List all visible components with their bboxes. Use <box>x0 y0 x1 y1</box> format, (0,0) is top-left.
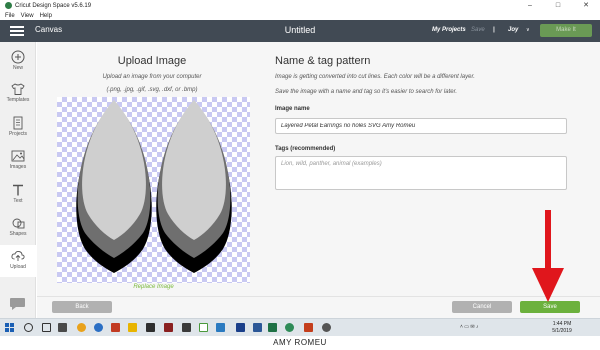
menu-bar: File View Help <box>0 11 600 20</box>
app-icon[interactable] <box>236 323 245 332</box>
sidebar-item-new[interactable]: New <box>0 46 36 78</box>
red-arrow-annotation <box>532 210 564 302</box>
app-icon[interactable] <box>285 323 294 332</box>
cancel-button[interactable]: Cancel <box>452 301 512 313</box>
user-caret-icon[interactable]: ∨ <box>526 27 530 33</box>
sidebar-item-label: Templates <box>6 97 30 103</box>
image-preview <box>57 97 250 283</box>
header-separator: | <box>493 27 495 33</box>
hamburger-menu-icon[interactable] <box>10 26 24 36</box>
sidebar-item-shapes[interactable]: Shapes <box>0 212 36 244</box>
upload-title: Upload Image <box>117 55 187 67</box>
app-icon[interactable] <box>164 323 173 332</box>
calculator-icon[interactable] <box>146 323 155 332</box>
title-bar: Cricut Design Space v5.6.19 – □ ✕ <box>0 0 600 11</box>
my-projects-link[interactable]: My Projects <box>432 27 466 33</box>
window-title: Cricut Design Space v5.6.19 <box>15 2 92 9</box>
menu-help[interactable]: Help <box>40 13 52 19</box>
edge-icon[interactable] <box>94 323 103 332</box>
tags-input[interactable] <box>275 156 567 190</box>
menu-view[interactable]: View <box>21 13 34 19</box>
clock-time: 1:44 PM <box>552 321 572 327</box>
excel-icon[interactable] <box>268 323 277 332</box>
task-view-icon[interactable] <box>42 323 51 332</box>
start-menu-icon[interactable] <box>5 323 15 333</box>
image-name-label: Image name <box>275 106 310 112</box>
upload-subtitle: Upload an image from your computer <box>102 74 202 80</box>
text-icon <box>13 184 23 196</box>
watermark-text: AMY ROMEU <box>273 338 327 347</box>
settings-icon[interactable] <box>322 323 331 332</box>
app-icon[interactable] <box>58 323 67 332</box>
app-icon[interactable] <box>111 323 120 332</box>
shirt-icon <box>11 83 25 95</box>
bottom-action-bar: Back Cancel Save <box>37 296 600 318</box>
chat-icon[interactable] <box>9 297 26 311</box>
projects-icon <box>13 116 23 130</box>
system-tray-icons[interactable]: ˄ ▭ ✉ ♪ <box>460 324 479 330</box>
cricut-taskbar-icon[interactable] <box>199 323 208 332</box>
main-panel: Upload Image Upload an image from your c… <box>37 42 600 318</box>
file-explorer-icon[interactable] <box>128 323 137 332</box>
app-logo-icon <box>5 2 12 9</box>
chrome-icon[interactable] <box>77 323 86 332</box>
sidebar-item-text[interactable]: Text <box>0 179 36 211</box>
save-note: Save the image with a name and tag so it… <box>275 89 458 95</box>
menu-file[interactable]: File <box>5 13 15 19</box>
word-icon[interactable] <box>253 323 262 332</box>
app-icon[interactable] <box>304 323 313 332</box>
maximize-button[interactable]: □ <box>544 0 572 11</box>
sidebar-item-label: New <box>12 65 23 71</box>
close-button[interactable]: ✕ <box>572 0 600 11</box>
earring-preview-image <box>76 100 232 273</box>
conversion-note: Image is getting converted into cut line… <box>275 74 475 80</box>
user-menu[interactable]: Joy <box>508 27 518 33</box>
sidebar-item-label: Upload <box>10 264 26 270</box>
taskbar: ˄ ▭ ✉ ♪ 1:44 PM 5/1/2019 <box>0 318 600 336</box>
image-name-input[interactable] <box>275 118 567 134</box>
header-section-title: Canvas <box>35 25 63 34</box>
upload-formats: (.png, .jpg, .gif, .svg, .dxf, or .bmp) <box>106 87 198 93</box>
clock-date: 5/1/2019 <box>552 328 572 334</box>
replace-image-link[interactable]: Replace Image <box>37 284 270 290</box>
store-icon[interactable] <box>216 323 225 332</box>
image-icon <box>11 150 25 162</box>
sidebar-item-label: Text <box>13 198 23 204</box>
minimize-button[interactable]: – <box>516 0 544 11</box>
sidebar-item-upload[interactable]: Upload <box>0 245 36 277</box>
sidebar-item-label: Projects <box>8 131 28 137</box>
app-window: Cricut Design Space v5.6.19 – □ ✕ File V… <box>0 0 600 350</box>
app-icon[interactable] <box>182 323 191 332</box>
sidebar-item-templates[interactable]: Templates <box>0 78 36 110</box>
header-save-link[interactable]: Save <box>471 27 485 33</box>
form-title: Name & tag pattern <box>275 55 371 67</box>
sidebar-item-projects[interactable]: Projects <box>0 112 36 144</box>
sidebar-item-label: Images <box>9 164 27 170</box>
make-it-button[interactable]: Make It <box>540 24 592 37</box>
tags-label: Tags (recommended) <box>275 146 336 152</box>
plus-icon <box>11 50 25 64</box>
app-header: Canvas Untitled My Projects Save | Joy ∨… <box>0 20 600 42</box>
document-title: Untitled <box>284 25 316 35</box>
upload-icon <box>11 250 25 261</box>
window-controls: – □ ✕ <box>516 0 600 11</box>
search-icon[interactable] <box>24 323 33 332</box>
sidebar-item-images[interactable]: Images <box>0 145 36 177</box>
shapes-icon <box>12 218 25 229</box>
back-button[interactable]: Back <box>52 301 112 313</box>
sidebar-item-label: Shapes <box>9 231 27 237</box>
left-toolbar: New Templates Projects Images Text Shape… <box>0 42 36 318</box>
